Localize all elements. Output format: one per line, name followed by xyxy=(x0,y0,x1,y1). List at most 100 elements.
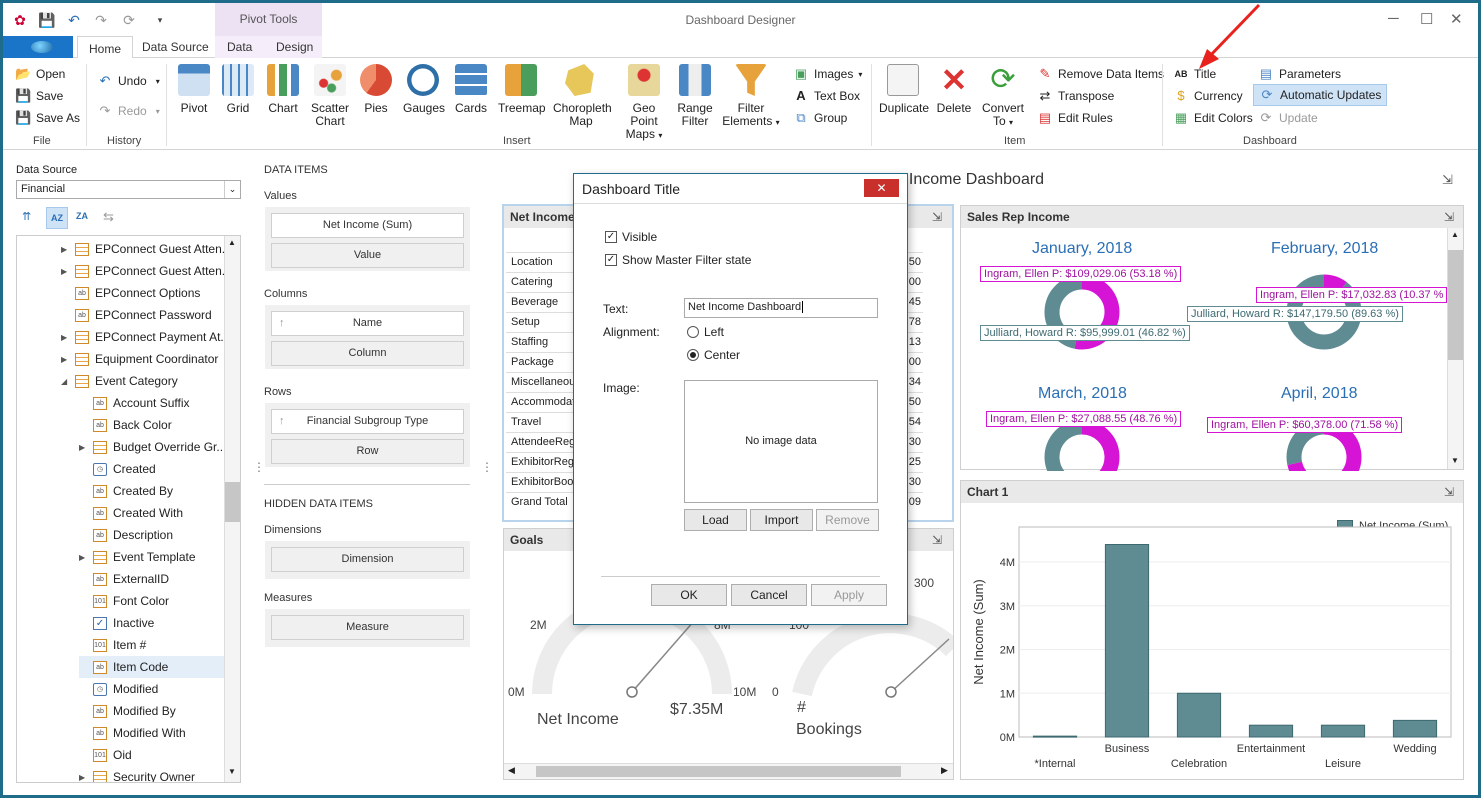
expand-toggle-icon[interactable]: ▶ xyxy=(61,355,69,364)
expand-toggle-icon[interactable]: ▶ xyxy=(61,245,69,254)
field-item[interactable]: ◷ Created xyxy=(79,458,240,480)
show-master-filter-checkbox[interactable]: ✓ Show Master Filter state xyxy=(605,253,751,267)
open-button[interactable]: 📂 Open xyxy=(15,66,65,82)
export-icon[interactable]: ⇲ xyxy=(1444,485,1454,499)
field-item[interactable]: ▶ EPConnect Guest Atten... xyxy=(61,260,231,282)
scroll-left-icon[interactable]: ◀ xyxy=(508,765,515,776)
scrollbar-thumb[interactable] xyxy=(1448,250,1463,360)
import-button[interactable]: Import xyxy=(750,509,813,531)
minimize-icon[interactable]: ─ xyxy=(1388,10,1399,27)
field-item[interactable]: ✓ Inactive xyxy=(79,612,240,634)
file-tab[interactable] xyxy=(3,36,73,58)
data-source-select[interactable]: Financial ⌄ xyxy=(16,180,241,199)
sort-ascending-icon[interactable]: AZ xyxy=(46,207,68,229)
range-filter-button[interactable]: Range Filter xyxy=(677,64,713,128)
tab-home[interactable]: Home xyxy=(77,36,134,59)
field-item[interactable]: 101 Font Color xyxy=(79,590,240,612)
pivot-button[interactable]: Pivot xyxy=(176,64,212,115)
align-center-radio[interactable]: Center xyxy=(687,348,740,362)
expand-toggle-icon[interactable]: ▶ xyxy=(61,333,69,342)
pies-button[interactable]: Pies xyxy=(359,64,393,115)
dimension-placeholder[interactable]: Dimension xyxy=(271,547,464,572)
transpose-button[interactable]: ⇄ Transpose xyxy=(1037,88,1115,104)
title-text-input[interactable]: Net Income Dashboard xyxy=(684,298,878,318)
collapse-tree-icon[interactable]: ⇈ xyxy=(22,210,31,223)
edit-rules-button[interactable]: ▤ Edit Rules xyxy=(1037,110,1113,126)
delete-button[interactable]: ✕ Delete xyxy=(935,64,973,115)
filter-elements-button[interactable]: Filter Elements ▾ xyxy=(722,64,780,129)
redo-button[interactable]: ↷ Redo ▾ xyxy=(97,103,160,119)
bar[interactable] xyxy=(1320,724,1366,738)
field-item[interactable]: ab Created With xyxy=(79,502,240,524)
sort-descending-icon[interactable]: ZA xyxy=(76,211,88,221)
row-placeholder[interactable]: Row xyxy=(271,439,464,464)
field-item[interactable]: ▶ Equipment Coordinator xyxy=(61,348,231,370)
group-button[interactable]: ⧉ Group xyxy=(793,110,847,126)
update-button[interactable]: ⟳ Update xyxy=(1258,110,1318,126)
export-icon[interactable]: ⇲ xyxy=(1444,210,1454,224)
field-item[interactable]: ab Back Color xyxy=(79,414,240,436)
value-placeholder[interactable]: Value xyxy=(271,243,464,268)
save-button[interactable]: 💾 Save xyxy=(15,88,63,104)
chart-button[interactable]: Chart xyxy=(266,64,300,115)
scrollbar-thumb[interactable] xyxy=(536,766,901,777)
parameters-button[interactable]: ▤ Parameters xyxy=(1258,66,1341,82)
convert-to-button[interactable]: ⟳ Convert To ▾ xyxy=(980,64,1026,129)
columns-item[interactable]: ↑ Name xyxy=(271,311,464,336)
expand-toggle-icon[interactable]: ▶ xyxy=(79,443,87,452)
sales-rep-scrollbar[interactable]: ▲ ▼ xyxy=(1447,228,1463,469)
tab-data[interactable]: Data xyxy=(227,40,252,54)
scatter-chart-button[interactable]: Scatter Chart xyxy=(309,64,351,128)
splitter-grip-icon[interactable]: ⋮ xyxy=(481,460,493,474)
scroll-down-icon[interactable]: ▼ xyxy=(228,767,236,776)
chevron-down-icon[interactable]: ⌄ xyxy=(224,181,240,198)
sales-rep-income-card[interactable]: Sales Rep Income ⇲ January, 2018 Februar… xyxy=(960,205,1464,471)
splitter-grip-icon[interactable]: ⋮ xyxy=(253,460,265,474)
export-icon[interactable]: ⇲ xyxy=(932,533,942,547)
field-item[interactable]: ▶ Security Owner xyxy=(79,766,240,782)
dialog-close-button[interactable]: ✕ xyxy=(864,179,899,197)
grid-button[interactable]: Grid xyxy=(221,64,255,115)
field-item[interactable]: ▶ EPConnect Guest Atten... xyxy=(61,238,231,260)
automatic-updates-button[interactable]: ⟳ Automatic Updates xyxy=(1253,84,1388,106)
visible-checkbox[interactable]: ✓ Visible xyxy=(605,230,657,244)
field-item[interactable]: ab Modified By xyxy=(79,700,240,722)
rows-item[interactable]: ↑ Financial Subgroup Type xyxy=(271,409,464,434)
images-button[interactable]: ▣ Images ▾ xyxy=(793,66,863,82)
measure-placeholder[interactable]: Measure xyxy=(271,615,464,640)
field-item[interactable]: ab Account Suffix xyxy=(79,392,240,414)
bar[interactable] xyxy=(1032,735,1078,738)
scrollbar-thumb[interactable] xyxy=(225,482,240,522)
field-item[interactable]: ab EPConnect Password xyxy=(61,304,231,326)
field-list-scrollbar[interactable]: ▲ ▼ xyxy=(224,236,240,782)
bar[interactable] xyxy=(1248,724,1294,738)
field-item[interactable]: ▶ Event Template xyxy=(79,546,240,568)
cancel-button[interactable]: Cancel xyxy=(731,584,807,606)
field-item[interactable]: ab ExternalID xyxy=(79,568,240,590)
field-item[interactable]: ab Created By xyxy=(79,480,240,502)
field-item[interactable]: ab Description xyxy=(79,524,240,546)
values-item[interactable]: Net Income (Sum) xyxy=(271,213,464,238)
field-item[interactable]: 101 Oid xyxy=(79,744,240,766)
field-item[interactable]: ▶ EPConnect Payment At... xyxy=(61,326,231,348)
treemap-button[interactable]: Treemap xyxy=(498,64,546,115)
export-icon[interactable]: ⇲ xyxy=(932,210,942,224)
align-left-radio[interactable]: Left xyxy=(687,325,724,339)
remove-data-items-button[interactable]: ✎ Remove Data Items xyxy=(1037,66,1165,82)
expand-toggle-icon[interactable]: ▶ xyxy=(61,267,69,276)
column-placeholder[interactable]: Column xyxy=(271,341,464,366)
undo-button[interactable]: ↶ Undo ▾ xyxy=(97,73,160,89)
expand-toggle-icon[interactable]: ▶ xyxy=(79,773,87,782)
refresh-fields-icon[interactable]: ⇆ xyxy=(103,209,114,225)
field-item[interactable]: ab Modified With xyxy=(79,722,240,744)
remove-button[interactable]: Remove xyxy=(816,509,879,531)
field-item[interactable]: ab Item Code xyxy=(79,656,240,678)
bar[interactable] xyxy=(1176,692,1222,738)
scroll-right-icon[interactable]: ▶ xyxy=(941,765,948,776)
bar[interactable] xyxy=(1104,544,1150,738)
maximize-icon[interactable]: ☐ xyxy=(1420,10,1433,28)
text-box-button[interactable]: A Text Box xyxy=(793,88,860,104)
close-icon[interactable]: ✕ xyxy=(1450,10,1463,28)
ok-button[interactable]: OK xyxy=(651,584,727,606)
bar[interactable] xyxy=(1392,719,1438,738)
